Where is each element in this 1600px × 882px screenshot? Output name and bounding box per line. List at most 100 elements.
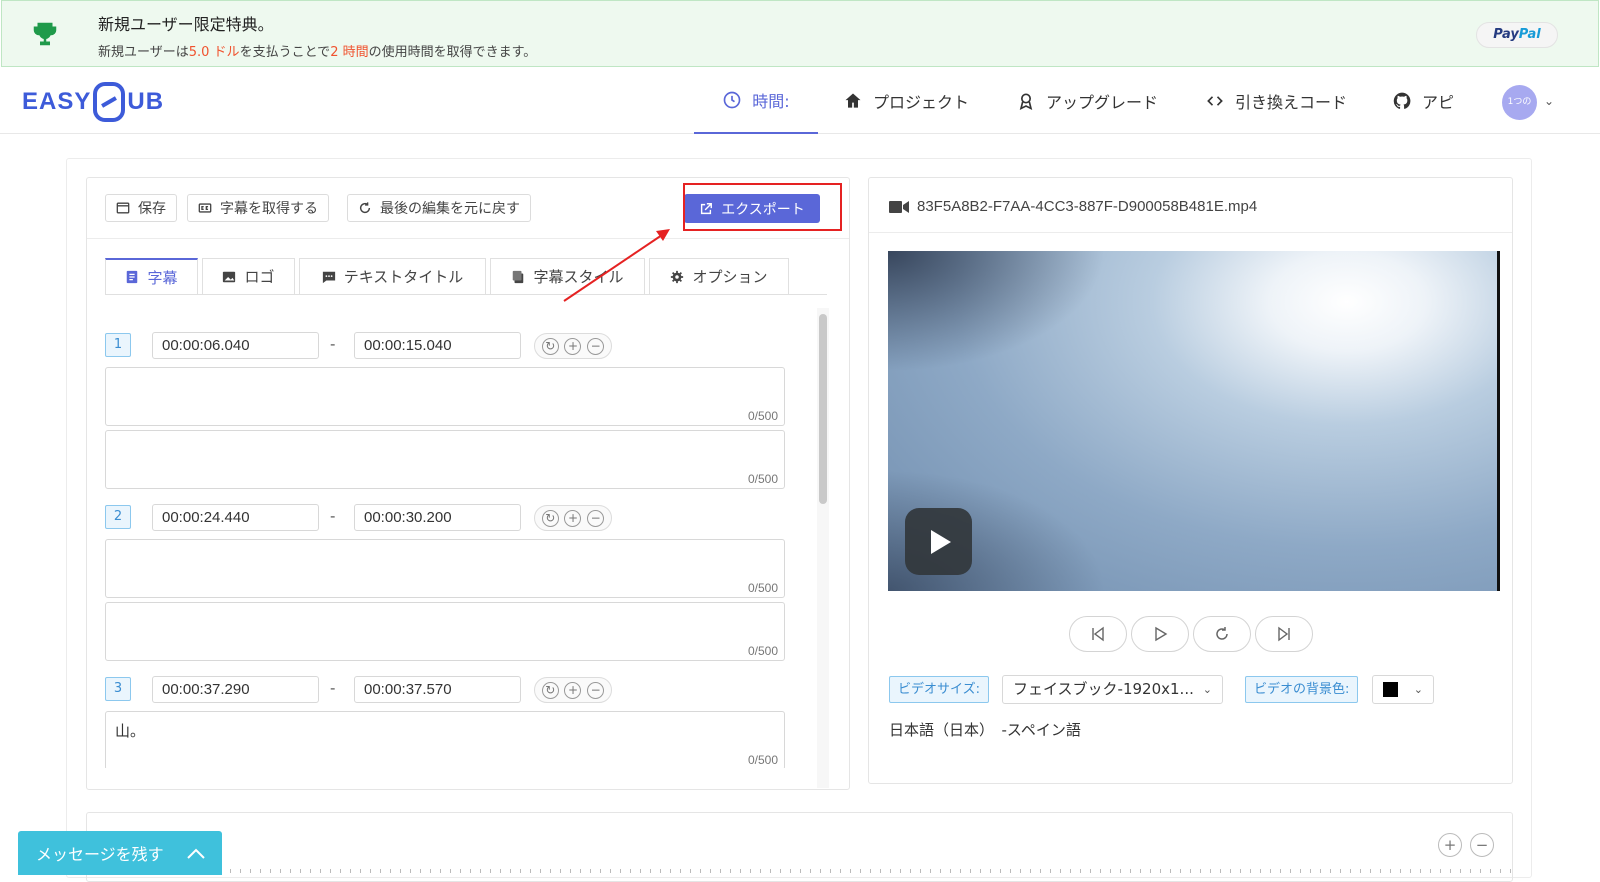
subtitle-textarea-secondary[interactable]: 0/500 — [105, 430, 785, 489]
time-separator: - — [330, 335, 336, 353]
add-circle-icon[interactable]: + — [564, 681, 582, 699]
promo-amount: 5.0 ドル — [188, 45, 240, 60]
nav-upgrade[interactable]: アップグレード — [1016, 68, 1158, 134]
leave-message-button[interactable]: メッセージを残す — [18, 831, 222, 875]
timeline-ruler — [230, 869, 1520, 873]
video-bg-color-label: ビデオの背景色: — [1245, 676, 1359, 703]
char-counter: 0/500 — [747, 581, 778, 595]
play-icon — [1155, 626, 1168, 642]
nav-label: 引き換えコード — [1235, 93, 1348, 112]
remove-circle-icon[interactable]: − — [587, 681, 605, 699]
play-button[interactable] — [1131, 616, 1189, 652]
start-time-input[interactable]: 00:00:24.440 — [152, 504, 319, 531]
entry-controls: ↻ + − — [534, 505, 612, 531]
scrollbar-thumb[interactable] — [819, 314, 827, 504]
nav-label: プロジェクト — [873, 93, 970, 112]
color-swatch — [1383, 682, 1398, 697]
nav-projects[interactable]: プロジェクト — [843, 68, 969, 134]
time-separator: - — [330, 679, 336, 697]
char-counter: 0/500 — [747, 644, 778, 658]
export-highlight-box — [683, 183, 842, 231]
easysub-logo[interactable]: EASY UB — [22, 80, 164, 124]
promo-hours: 2 時間 — [330, 45, 369, 60]
leave-message-label: メッセージを残す — [36, 845, 164, 864]
video-player[interactable] — [888, 251, 1500, 591]
zoom-in-icon[interactable]: + — [1438, 833, 1462, 857]
subtitle-textarea-secondary[interactable]: 0/500 — [105, 602, 785, 661]
start-time-input[interactable]: 00:00:37.290 — [152, 676, 319, 703]
zoom-out-icon[interactable]: − — [1470, 833, 1494, 857]
top-header: EASY UB 時間: プロジェクト アップグレード 引き換えコード アピ 1つ… — [0, 68, 1600, 134]
trophy-icon — [33, 22, 57, 46]
nav-time[interactable]: 時間: — [694, 68, 818, 134]
subtitle-textarea-primary[interactable]: 山。 0/500 — [105, 711, 785, 768]
add-circle-icon[interactable]: + — [564, 337, 582, 355]
promo-text: 新規ユーザーは — [98, 45, 189, 60]
skip-forward-icon — [1278, 626, 1290, 642]
entry-number: 2 — [105, 505, 131, 529]
subtitle-editor-panel: 保存 字幕を取得する 最後の編集を元に戻す エクスポート 字幕 ロゴ テキストタ… — [86, 177, 850, 790]
entry-number: 3 — [105, 677, 131, 701]
subtitle-textarea-primary[interactable]: 0/500 — [105, 539, 785, 598]
skip-forward-button[interactable] — [1255, 616, 1313, 652]
code-icon — [1207, 96, 1223, 106]
sync-icon[interactable]: ↻ — [541, 337, 559, 355]
sync-icon[interactable]: ↻ — [541, 681, 559, 699]
chevron-up-icon — [187, 848, 205, 859]
add-circle-icon[interactable]: + — [564, 509, 582, 527]
nav-label: アピ — [1422, 93, 1455, 112]
entry-controls: ↻ + − — [534, 677, 612, 703]
annotation-arrow-icon — [563, 229, 670, 302]
char-counter: 0/500 — [747, 472, 778, 486]
sync-icon[interactable]: ↻ — [541, 509, 559, 527]
promo-text: の使用時間を取得できます。 — [368, 45, 537, 60]
chevron-down-icon[interactable]: ⌄ — [1544, 94, 1554, 108]
panel-divider — [869, 232, 1512, 233]
award-icon — [1019, 93, 1033, 111]
timeline-zoom-controls: + − — [1438, 833, 1494, 857]
language-pair: 日本語（日本） -スペイン語 — [889, 721, 1081, 739]
end-time-input[interactable]: 00:00:30.200 — [354, 504, 521, 531]
promo-description: 新規ユーザーは5.0 ドルを支払うことで2 時間の使用時間を取得できます。 — [98, 41, 536, 60]
logo-text: UB — [127, 88, 165, 115]
chevron-down-icon: ⌄ — [1202, 683, 1212, 696]
nav-api[interactable]: アピ — [1392, 68, 1454, 134]
video-camera-icon — [889, 200, 909, 213]
remove-circle-icon[interactable]: − — [587, 337, 605, 355]
clock-icon — [723, 91, 741, 109]
video-edge — [1497, 251, 1500, 591]
video-size-value: フェイスブック-1920x1... — [1013, 680, 1194, 698]
paypal-logo-part: Pay — [1493, 27, 1519, 42]
entry-number: 1 — [105, 333, 131, 357]
nav-label: 時間: — [752, 92, 790, 111]
replay-icon — [1216, 627, 1228, 640]
logo-text: EASY — [22, 88, 92, 115]
replay-button[interactable] — [1193, 616, 1251, 652]
video-size-label: ビデオサイズ: — [889, 676, 989, 703]
char-counter: 0/500 — [747, 753, 778, 767]
subtitle-list: 1 00:00:06.040 - 00:00:15.040 ↻ + − 0/500 … — [87, 178, 817, 768]
avatar[interactable]: 1つの — [1502, 85, 1537, 120]
nav-redeem-code[interactable]: 引き換えコード — [1205, 68, 1347, 134]
play-overlay-button[interactable] — [905, 508, 972, 575]
remove-circle-icon[interactable]: − — [587, 509, 605, 527]
chevron-down-icon: ⌄ — [1413, 683, 1423, 696]
start-time-input[interactable]: 00:00:06.040 — [152, 332, 319, 359]
paypal-button[interactable]: PayPal — [1476, 22, 1558, 48]
end-time-input[interactable]: 00:00:15.040 — [354, 332, 521, 359]
subtitle-text: 山。 — [115, 722, 146, 740]
promo-title: 新規ユーザー限定特典。 — [98, 15, 274, 34]
logo-s-mark — [93, 82, 126, 122]
time-separator: - — [330, 507, 336, 525]
video-size-select[interactable]: フェイスブック-1920x1... ⌄ — [1002, 675, 1223, 704]
subtitle-textarea-primary[interactable]: 0/500 — [105, 367, 785, 426]
nav-label: アップグレード — [1046, 93, 1159, 112]
paypal-logo-part: Pal — [1518, 27, 1541, 42]
video-bg-color-select[interactable]: ⌄ — [1372, 675, 1434, 704]
end-time-input[interactable]: 00:00:37.570 — [354, 676, 521, 703]
skip-back-button[interactable] — [1069, 616, 1127, 652]
video-preview-panel: 83F5A8B2-F7AA-4CC3-887F-D900058B481E.mp4… — [868, 177, 1513, 784]
promo-text: を支払うことで — [239, 45, 331, 60]
video-filename: 83F5A8B2-F7AA-4CC3-887F-D900058B481E.mp4 — [917, 198, 1258, 215]
skip-back-icon — [1092, 626, 1104, 642]
